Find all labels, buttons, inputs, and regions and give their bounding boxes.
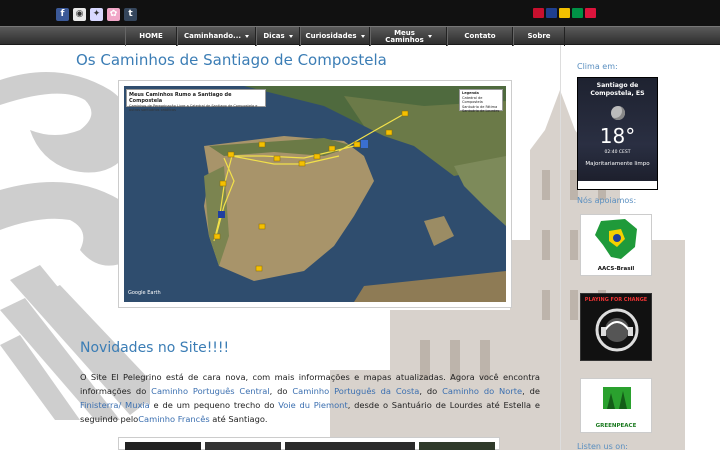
link-caminho-frances[interactable]: Caminho Francês [138,414,209,424]
gallery-thumbnail[interactable] [419,442,495,450]
nav-home[interactable]: HOME [125,27,177,46]
map-frame: Meus Caminhos Rumo a Santiago de Compost… [118,80,512,308]
italy-flag-icon[interactable] [572,8,583,18]
social-links: f ◉ ✦ ✿ t [56,8,137,21]
nav-label: Caminhando... [183,32,242,40]
news-paragraph: O Site El Pelegrino está de cara nova, c… [80,370,540,426]
chevron-down-icon [360,35,365,38]
map-legend: Legenda Catedral de Compostela Santuário… [459,89,503,113]
para-text: , do [269,386,293,396]
para-text: , de [522,386,540,396]
language-flags [533,8,596,18]
nav-label: Dicas [263,32,285,40]
main-nav: HOME Caminhando... Dicas Curiosidades Me… [0,26,720,46]
para-text: até Santiago. [209,414,268,424]
top-bar: f ◉ ✦ ✿ t [0,0,720,27]
gallery-thumbnail[interactable] [285,442,415,450]
weather-widget[interactable]: Santiago de Compostela, ES 18° 02:40 CES… [577,77,658,190]
news-title: Novidades no Site!!!! [80,340,230,356]
nav-sobre[interactable]: Sobre [513,27,565,46]
caminhos-map[interactable]: Meus Caminhos Rumo a Santiago de Compost… [124,86,506,302]
link-finisterra-muxia[interactable]: Finisterra/ Muxia [80,400,150,410]
facebook-icon[interactable]: f [56,8,69,21]
weather-heading: Clima em: [577,62,618,71]
link-voie-du-piemont[interactable]: Voie du Piemont [278,400,348,410]
map-subtitle: Caminhos de Peregrinação Livre a Catedra… [129,104,258,112]
map-title-box: Meus Caminhos Rumo a Santiago de Compost… [126,89,266,112]
uk-flag-icon[interactable] [546,8,557,18]
map-image [124,86,506,302]
nav-label: Curiosidades [305,32,357,40]
nav-meus-caminhos[interactable]: Meus Caminhos [370,27,447,46]
sponsor-greenpeace[interactable]: GREENPEACE [580,378,652,433]
weather-footer [578,181,657,189]
sponsors-heading: Nós apoiamos: [577,196,637,205]
weather-city: Santiago de Compostela, ES [590,82,645,97]
weather-time: 02:40 CEST [604,150,631,155]
weather-temperature: 18° [599,124,636,148]
weather-condition: Majoritariamente limpo [585,161,650,167]
listen-heading: Listen us on: [577,442,628,450]
flickr-icon[interactable]: ✦ [90,8,103,21]
nav-caminhando[interactable]: Caminhando... [177,27,256,46]
gallery-thumbnail[interactable] [125,442,201,450]
sidebar-divider [560,45,561,450]
nav-label: Sobre [527,32,551,40]
link-caminho-portugues-costa[interactable]: Caminho Português da Costa [292,386,419,396]
para-text: , do [419,386,443,396]
link-caminho-portugues-central[interactable]: Caminho Português Central [151,386,269,396]
moon-icon [610,106,625,120]
nav-curiosidades[interactable]: Curiosidades [300,27,370,46]
aacs-brasil-logo [595,219,637,259]
greenpeace-logo [603,387,631,409]
spain-flag-icon[interactable] [559,8,570,18]
gallery-thumbnail[interactable] [205,442,281,450]
photo-gallery-strip [118,437,500,450]
chevron-down-icon [245,35,250,38]
poland-flag-icon[interactable] [585,8,596,18]
sponsor-playing-for-change[interactable]: PLAYING FOR CHANGE [580,293,652,361]
nav-label: HOME [139,32,163,40]
page-title: Os Caminhos de Santiago de Compostela [76,51,387,69]
playing-for-change-logo [595,308,639,352]
para-text: e de um pequeno trecho do [149,400,279,410]
sponsor-label: PLAYING FOR CHANGE [584,297,648,303]
portugal-flag-icon[interactable] [533,8,544,18]
sponsor-aacs-brasil[interactable]: AACS-Brasil [580,214,652,276]
legend-item: Santuário de Lourdes [462,109,500,113]
nav-label: Meus Caminhos [385,28,424,44]
sponsor-label: GREENPEACE [595,423,637,429]
sponsor-label: AACS-Brasil [597,266,635,272]
picasa-icon[interactable]: ✿ [107,8,120,21]
legend-item: Catedral de Compostela [462,95,483,105]
chevron-down-icon [288,35,293,38]
nav-dicas[interactable]: Dicas [256,27,300,46]
nav-contato[interactable]: Contato [447,27,513,46]
map-title: Meus Caminhos Rumo a Santiago de Compost… [129,92,232,104]
google-earth-credit: Google Earth [128,290,161,296]
nav-label: Contato [464,32,496,40]
camera-icon[interactable]: ◉ [73,8,86,21]
link-caminho-do-norte[interactable]: Caminho do Norte [442,386,522,396]
tumblr-icon[interactable]: t [124,8,137,21]
chevron-down-icon [427,35,432,38]
